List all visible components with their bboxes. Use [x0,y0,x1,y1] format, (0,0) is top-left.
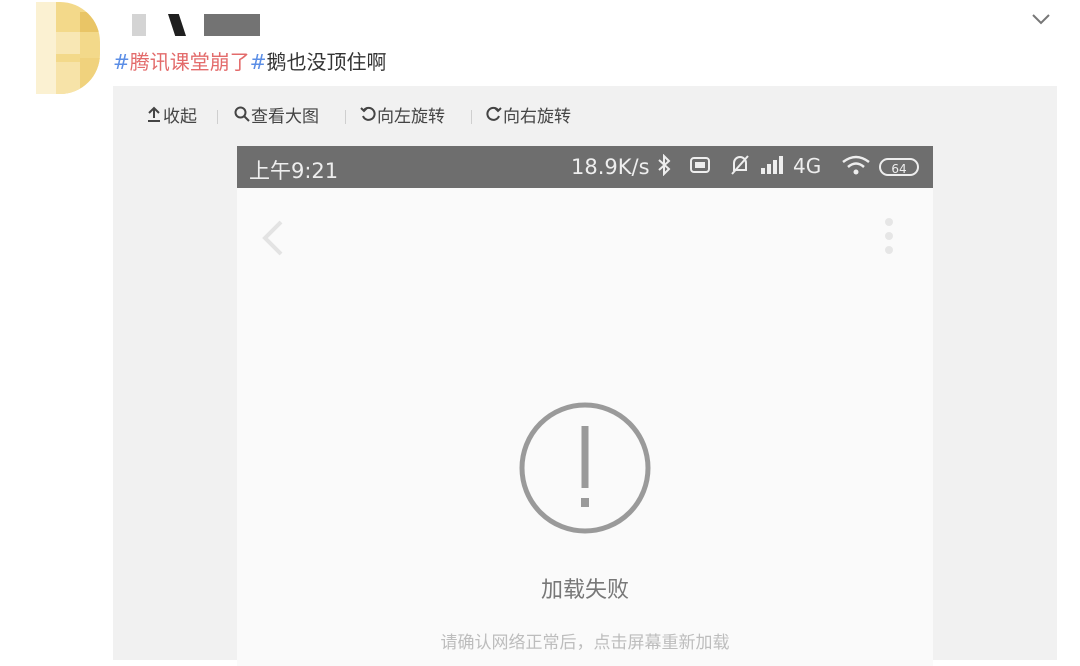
battery-icon: 64 [879,158,919,176]
error-hint: 请确认网络正常后，点击屏幕重新加载 [440,633,730,653]
more-icon[interactable] [885,218,893,260]
hash-mark: # [249,50,267,74]
chevron-down-icon[interactable] [1030,8,1052,30]
error-title: 加载失败 [540,578,629,603]
rotate-left-icon [359,106,377,128]
hashtag-topic: 腾讯课堂崩了 [129,50,250,74]
mute-icon [729,154,751,181]
divider [345,110,346,124]
wifi-icon [841,154,871,181]
divider [471,110,472,124]
rotate-right-icon [485,106,503,128]
status-time: 上午9:21 [249,159,339,183]
status-speed: 18.9K/s [571,155,650,179]
hash-mark: # [113,50,130,74]
view-large-button[interactable]: 查看大图 [233,106,319,128]
username-redacted [168,14,186,36]
status-bar: 上午9:21 18.9K/s 4G 64 [237,146,933,188]
bluetooth-icon [657,153,671,181]
back-icon[interactable] [259,218,285,268]
rotate-left-button[interactable]: 向左旋转 [359,106,445,128]
post-body: 鹅也没顶住啊 [266,50,387,74]
avatar[interactable] [36,2,100,94]
signal-icon [759,154,787,181]
rotate-right-button[interactable]: 向右旋转 [485,106,571,128]
network-type: 4G [793,154,822,178]
username-redacted [132,14,146,36]
search-icon [233,106,251,128]
phone-screenshot[interactable]: 上午9:21 18.9K/s 4G 64 加载失败 请确认网络正常后，点击屏幕重… [237,146,933,666]
post-text: #腾讯课堂崩了#鹅也没顶住啊 [113,46,387,75]
image-toolbar: 收起 查看大图 向左旋转 向右旋转 [113,86,1057,148]
upload-icon [145,106,163,128]
collapse-label: 收起 [163,107,197,127]
username-redacted [204,14,260,36]
divider [217,110,218,124]
image-viewer: 收起 查看大图 向左旋转 向右旋转 上午9:21 18.9K/s 4G 64 加… [113,86,1057,666]
hashtag-link[interactable]: #腾讯课堂崩了# [113,50,267,74]
collapse-button[interactable]: 收起 [145,106,197,128]
view-large-label: 查看大图 [251,107,319,127]
warning-circle-icon [517,400,653,540]
nfc-icon [685,154,715,181]
rotate-left-label: 向左旋转 [377,107,445,127]
rotate-right-label: 向右旋转 [503,107,571,127]
